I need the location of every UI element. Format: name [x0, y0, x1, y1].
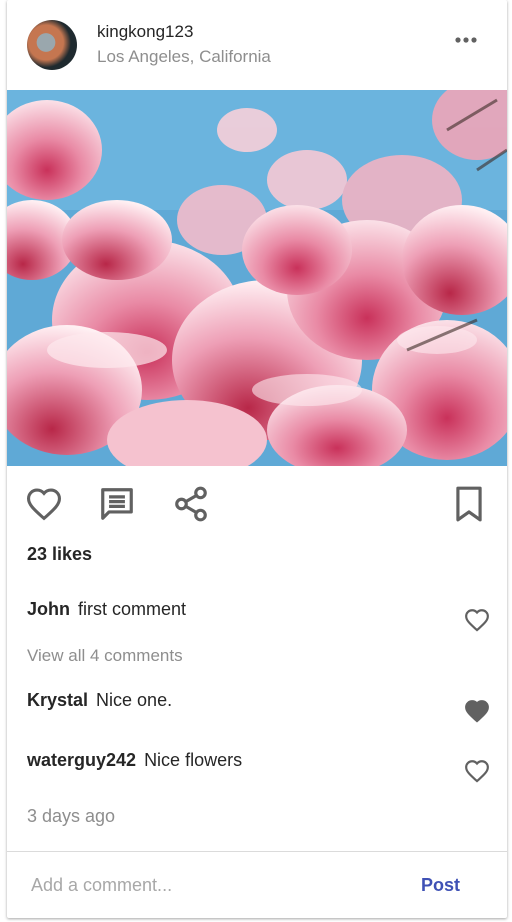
post-location[interactable]: Los Angeles, California	[97, 47, 271, 67]
comment-text: first comment	[78, 599, 187, 619]
post-username[interactable]: kingkong123	[97, 22, 193, 42]
share-icon	[175, 486, 207, 522]
comment-row: Krystal Nice one.	[27, 690, 489, 723]
divider	[7, 851, 507, 852]
comment-username[interactable]: waterguy242	[27, 750, 136, 770]
heart-outline-icon	[26, 488, 62, 521]
comment-icon	[101, 488, 133, 520]
comment-text: Nice one.	[96, 690, 173, 710]
comment-button[interactable]	[97, 484, 137, 524]
comment-like-button[interactable]	[463, 758, 491, 784]
action-bar	[7, 466, 507, 540]
comment-row: John first comment	[27, 599, 489, 632]
comment-text: Nice flowers	[144, 750, 243, 770]
comment-like-button[interactable]	[463, 698, 491, 724]
more-options-button[interactable]	[451, 28, 481, 52]
heart-outline-icon	[465, 760, 489, 783]
post-comment-button[interactable]: Post	[411, 872, 470, 898]
add-comment-input[interactable]	[31, 868, 391, 902]
heart-outline-icon	[465, 609, 489, 632]
bookmark-icon	[456, 486, 482, 522]
post-timestamp: 3 days ago	[27, 806, 116, 826]
heart-filled-icon	[465, 700, 489, 723]
likes-count[interactable]: 23 likes	[27, 544, 92, 565]
comment-like-button[interactable]	[463, 607, 491, 633]
comment-username[interactable]: Krystal	[27, 690, 88, 710]
share-button[interactable]	[171, 484, 211, 524]
like-button[interactable]	[24, 484, 64, 524]
comment-username[interactable]: John	[27, 599, 70, 619]
view-all-comments-link[interactable]: View all 4 comments	[27, 646, 183, 666]
post-card: kingkong123 Los Angeles, California 23 l…	[7, 0, 507, 918]
bookmark-button[interactable]	[449, 484, 489, 524]
comment-row: waterguy242 Nice flowers	[27, 750, 489, 783]
more-horizontal-icon	[455, 37, 477, 43]
post-photo[interactable]	[7, 90, 507, 466]
avatar[interactable]	[27, 20, 77, 70]
post-header: kingkong123 Los Angeles, California	[7, 0, 507, 90]
